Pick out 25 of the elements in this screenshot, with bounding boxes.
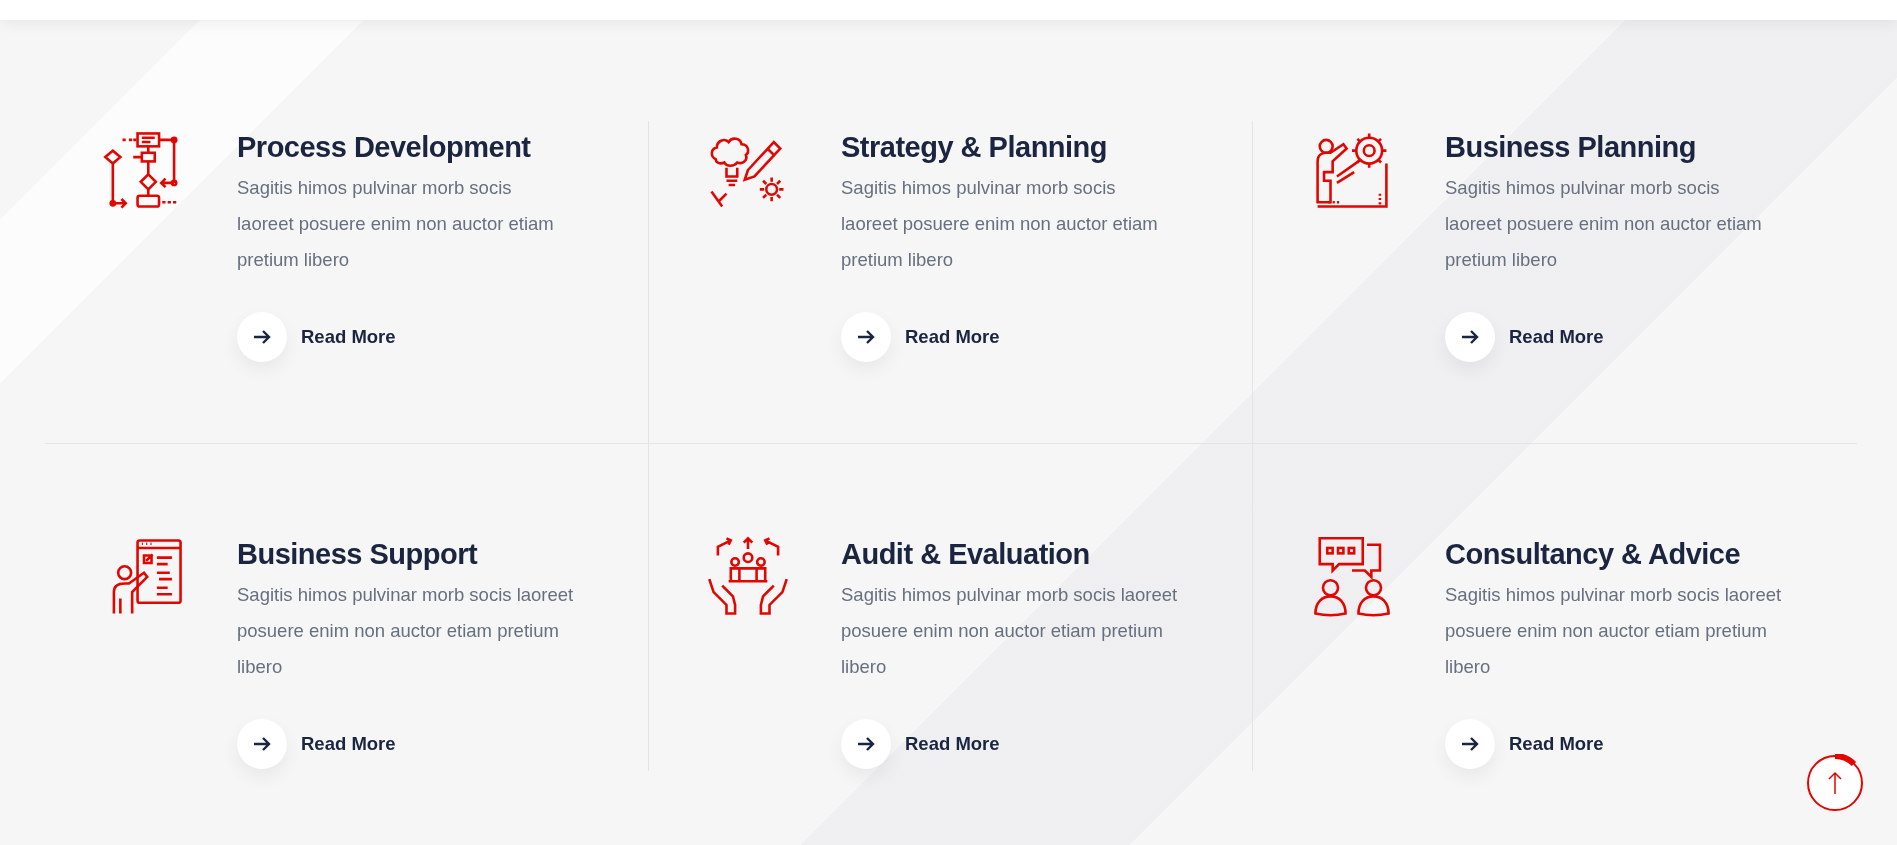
read-more-link[interactable]: Read More [841, 312, 1000, 362]
service-title: Consultancy & Advice [1445, 538, 1741, 571]
read-more-link[interactable]: Read More [1445, 719, 1604, 769]
service-title: Audit & Evaluation [841, 538, 1090, 571]
read-more-link[interactable]: Read More [841, 719, 1000, 769]
service-description: Sagitis himos pulvinar morb socis laoreet posuere enim non auctor etiam pretium libero [1445, 583, 1783, 679]
arrow-right-icon [237, 719, 287, 769]
arrow-right-icon [1445, 719, 1495, 769]
arrow-right-icon [237, 312, 287, 362]
read-more-link[interactable]: Read More [237, 719, 396, 769]
arrow-right-icon [841, 312, 891, 362]
service-title: Business Planning [1445, 131, 1696, 164]
scroll-top-button[interactable] [1806, 754, 1864, 812]
service-description: Sagitis himos pulvinar morb socis laoreet posuere enim non auctor etiam pretium libero [237, 176, 555, 272]
service-title: Process Development [237, 131, 531, 164]
service-description: Sagitis himos pulvinar morb socis laoreet posuere enim non auctor etiam pretium libero [1445, 176, 1763, 272]
service-title: Strategy & Planning [841, 131, 1108, 164]
service-description: Sagitis himos pulvinar morb socis laoreet posuere enim non auctor etiam pretium libero [841, 583, 1179, 679]
arrow-right-icon [841, 719, 891, 769]
service-title: Business Support [237, 538, 478, 571]
read-more-link[interactable]: Read More [1445, 312, 1604, 362]
arrow-right-icon [1445, 312, 1495, 362]
read-more-link[interactable]: Read More [237, 312, 396, 362]
service-description: Sagitis himos pulvinar morb socis laoreet posuere enim non auctor etiam pretium libero [841, 176, 1159, 272]
service-description: Sagitis himos pulvinar morb socis laoreet posuere enim non auctor etiam pretium libero [237, 583, 575, 679]
